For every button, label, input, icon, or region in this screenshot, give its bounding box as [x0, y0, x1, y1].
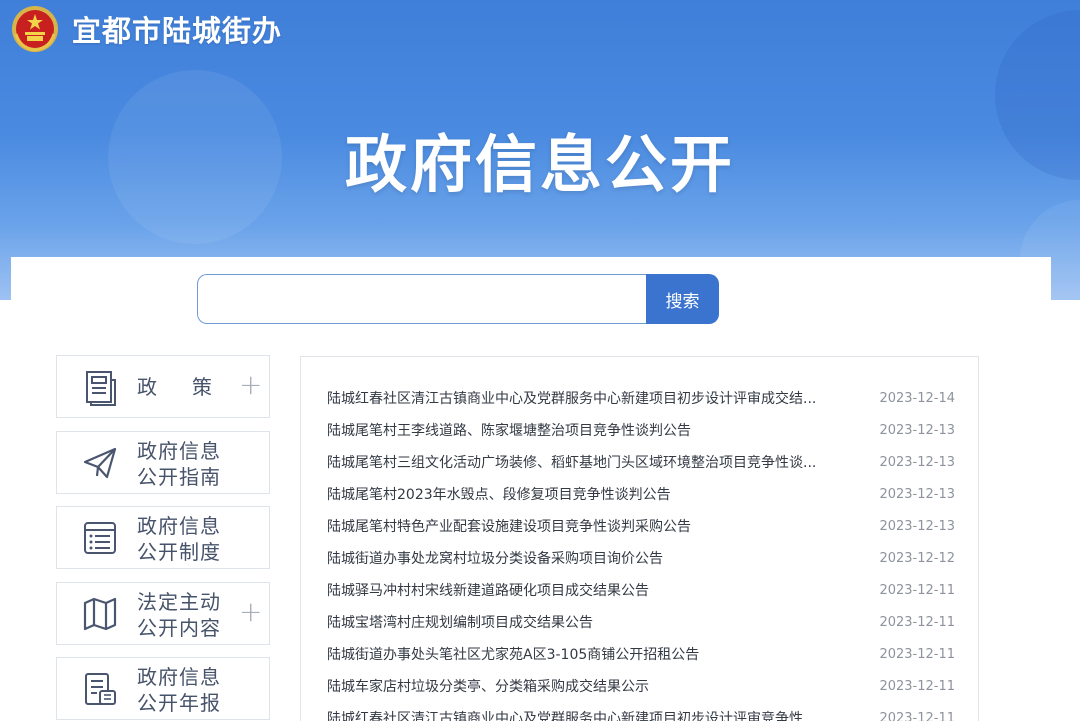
news-title-link[interactable]: 陆城驿马冲村村宋线新建道路硬化项目成交结果公告: [327, 580, 649, 600]
news-date: 2023-12-12: [879, 550, 955, 566]
news-title-link[interactable]: 陆城尾笔村2023年水毁点、段修复项目竞争性谈判公告: [327, 484, 671, 504]
sidebar-item-label: 政府信息 公开制度: [137, 514, 221, 564]
news-date: 2023-12-11: [879, 582, 955, 598]
news-title-link[interactable]: 陆城红春社区清江古镇商业中心及党群服务中心新建项目初步设计评审竞争性...: [327, 708, 816, 721]
list-item[interactable]: 陆城红春社区清江古镇商业中心及党群服务中心新建项目初步设计评审成交结... 20…: [327, 387, 955, 409]
sidebar-item-guide[interactable]: 政府信息 公开指南: [56, 431, 270, 494]
news-title-link[interactable]: 陆城车家店村垃圾分类亭、分类箱采购成交结果公示: [327, 676, 649, 696]
news-title-link[interactable]: 陆城尾笔村三组文化活动广场装修、稻虾基地门头区域环境整治项目竞争性谈...: [327, 452, 816, 472]
news-date: 2023-12-11: [879, 710, 955, 721]
list-item[interactable]: 陆城尾笔村特色产业配套设施建设项目竞争性谈判采购公告 2023-12-13: [327, 515, 955, 537]
news-date: 2023-12-13: [879, 486, 955, 502]
document-icon: [86, 371, 116, 406]
header-banner: 宜都市陆城街办 政府信息公开: [0, 0, 1080, 300]
list-item[interactable]: 陆城尾笔村三组文化活动广场装修、稻虾基地门头区域环境整治项目竞争性谈... 20…: [327, 451, 955, 473]
list-item[interactable]: 陆城驿马冲村村宋线新建道路硬化项目成交结果公告 2023-12-11: [327, 579, 955, 601]
news-date: 2023-12-11: [879, 614, 955, 630]
news-title-link[interactable]: 陆城红春社区清江古镇商业中心及党群服务中心新建项目初步设计评审成交结...: [327, 388, 816, 408]
sidebar-item-policy[interactable]: 政策 +: [56, 355, 270, 418]
news-list: 陆城红春社区清江古镇商业中心及党群服务中心新建项目初步设计评审成交结... 20…: [300, 356, 979, 721]
news-title-link[interactable]: 陆城尾笔村特色产业配套设施建设项目竞争性谈判采购公告: [327, 516, 691, 536]
sidebar-item-label: 法定主动 公开内容: [137, 590, 221, 640]
news-date: 2023-12-13: [879, 518, 955, 534]
page-title: 政府信息公开: [344, 128, 735, 201]
sidebar-item-statutory-content[interactable]: 法定主动 公开内容 +: [56, 582, 270, 645]
map-icon: [83, 597, 117, 631]
list-icon: [84, 522, 116, 554]
news-title-link[interactable]: 陆城街道办事处龙窝村垃圾分类设备采购项目询价公告: [327, 548, 663, 568]
national-emblem-icon[interactable]: [10, 4, 60, 54]
expand-plus-icon[interactable]: +: [239, 371, 262, 399]
news-date: 2023-12-14: [879, 390, 955, 406]
list-item[interactable]: 陆城尾笔村王李线道路、陈家堰塘整治项目竞争性谈判公告 2023-12-13: [327, 419, 955, 441]
report-icon: [85, 673, 116, 705]
news-title-link[interactable]: 陆城尾笔村王李线道路、陈家堰塘整治项目竞争性谈判公告: [327, 420, 691, 440]
sidebar-item-system[interactable]: 政府信息 公开制度: [56, 506, 270, 569]
list-item[interactable]: 陆城车家店村垃圾分类亭、分类箱采购成交结果公示 2023-12-11: [327, 675, 955, 697]
news-date: 2023-12-13: [879, 422, 955, 438]
sidebar-item-label: 政策: [137, 375, 212, 399]
list-item[interactable]: 陆城红春社区清江古镇商业中心及党群服务中心新建项目初步设计评审竞争性... 20…: [327, 707, 955, 721]
search-input[interactable]: [197, 274, 649, 324]
content-panel: 搜索 政策 + 政府信息 公开指南 政府信息 公开制度 法定主动 公开内容 + …: [11, 257, 1051, 721]
news-date: 2023-12-13: [879, 454, 955, 470]
news-date: 2023-12-11: [879, 678, 955, 694]
list-item[interactable]: 陆城尾笔村2023年水毁点、段修复项目竞争性谈判公告 2023-12-13: [327, 483, 955, 505]
sidebar-item-annual-report[interactable]: 政府信息 公开年报: [56, 657, 270, 720]
news-title-link[interactable]: 陆城宝塔湾村庄规划编制项目成交结果公告: [327, 612, 593, 632]
search-button[interactable]: 搜索: [646, 274, 719, 324]
sidebar-item-label: 政府信息 公开年报: [137, 665, 221, 715]
list-item[interactable]: 陆城街道办事处龙窝村垃圾分类设备采购项目询价公告 2023-12-12: [327, 547, 955, 569]
news-title-link[interactable]: 陆城街道办事处头笔社区尤家苑A区3-105商铺公开招租公告: [327, 644, 699, 664]
site-name[interactable]: 宜都市陆城街办: [72, 8, 282, 50]
list-item[interactable]: 陆城街道办事处头笔社区尤家苑A区3-105商铺公开招租公告 2023-12-11: [327, 643, 955, 665]
paper-plane-icon: [83, 447, 117, 479]
news-date: 2023-12-11: [879, 646, 955, 662]
list-item[interactable]: 陆城宝塔湾村庄规划编制项目成交结果公告 2023-12-11: [327, 611, 955, 633]
expand-plus-icon[interactable]: +: [239, 598, 262, 626]
sidebar-item-label: 政府信息 公开指南: [137, 439, 221, 489]
